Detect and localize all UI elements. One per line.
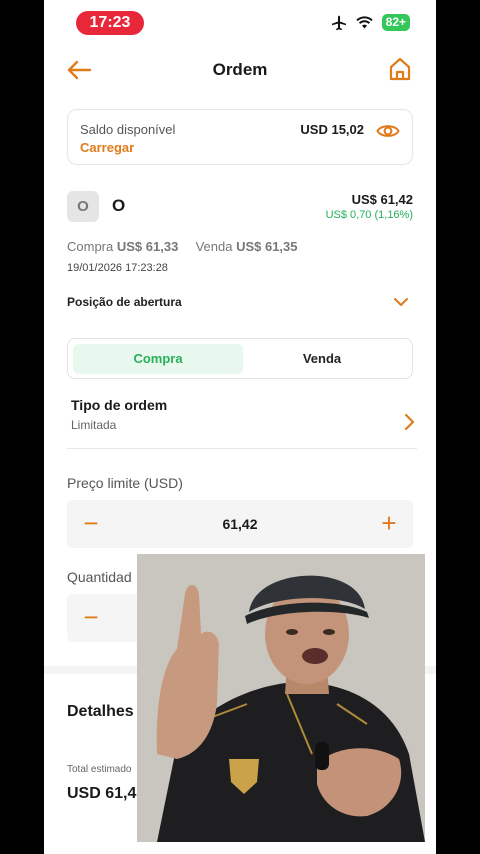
status-icons: 82+: [331, 14, 410, 31]
bid-label: Compra: [67, 239, 114, 254]
stock-price: US$ 61,42: [351, 192, 413, 207]
order-type-value: Limitada: [71, 418, 117, 432]
opening-position-row[interactable]: Posição de abertura: [67, 295, 413, 315]
increase-price-button[interactable]: +: [365, 500, 413, 548]
airplane-icon: [331, 15, 346, 30]
limit-price-label: Preço limite (USD): [67, 475, 183, 491]
stock-ticker: O: [112, 196, 126, 215]
video-overlay: [137, 554, 425, 842]
estimated-total-label: Total estimado: [67, 764, 132, 775]
balance-card: Saldo disponível Carregar USD 15,02: [67, 109, 413, 165]
quote-timestamp: 19/01/2026 17:23:28: [67, 262, 168, 274]
chevron-down-icon[interactable]: [393, 296, 409, 308]
status-time: 17:23: [76, 11, 144, 35]
bid-ask-row: Compra US$ 61,33 Venda US$ 61,35: [67, 239, 298, 254]
top-up-link[interactable]: Carregar: [80, 140, 134, 155]
page-title: Ordem: [212, 60, 268, 79]
presenter-video-frame: [137, 554, 425, 842]
tab-buy[interactable]: Compra: [73, 344, 243, 374]
chevron-right-icon[interactable]: [403, 413, 415, 431]
stock-logo-badge: O: [67, 191, 99, 222]
header: Ordem: [44, 50, 436, 90]
order-type-row[interactable]: Tipo de ordem Limitada: [67, 393, 417, 449]
limit-price-stepper: − 61,42 +: [67, 500, 413, 548]
opening-position-label: Posição de abertura: [67, 295, 182, 309]
balance-label: Saldo disponível: [80, 122, 176, 137]
ask-value: US$ 61,35: [236, 239, 298, 254]
eye-icon[interactable]: [376, 122, 400, 140]
bid-value: US$ 61,33: [116, 239, 179, 254]
buy-sell-toggle: Compra Venda: [67, 338, 413, 379]
details-title: Detalhes: [67, 703, 134, 720]
stock-change: US$ 0,70 (1,16%): [325, 209, 413, 221]
status-bar: 17:23 82+: [44, 0, 436, 46]
ask-label: Venda: [195, 239, 233, 254]
tab-sell[interactable]: Venda: [237, 344, 407, 374]
wifi-icon: [355, 16, 373, 29]
estimated-total-value: USD 61,4: [67, 785, 137, 802]
battery-indicator: 82+: [381, 14, 410, 31]
decrease-quantity-button[interactable]: −: [67, 594, 115, 642]
order-type-label: Tipo de ordem: [71, 397, 168, 413]
balance-value: USD 15,02: [300, 122, 364, 137]
home-icon[interactable]: [388, 56, 412, 82]
quantity-label: Quantidad: [67, 569, 132, 585]
limit-price-value[interactable]: 61,42: [67, 516, 413, 532]
